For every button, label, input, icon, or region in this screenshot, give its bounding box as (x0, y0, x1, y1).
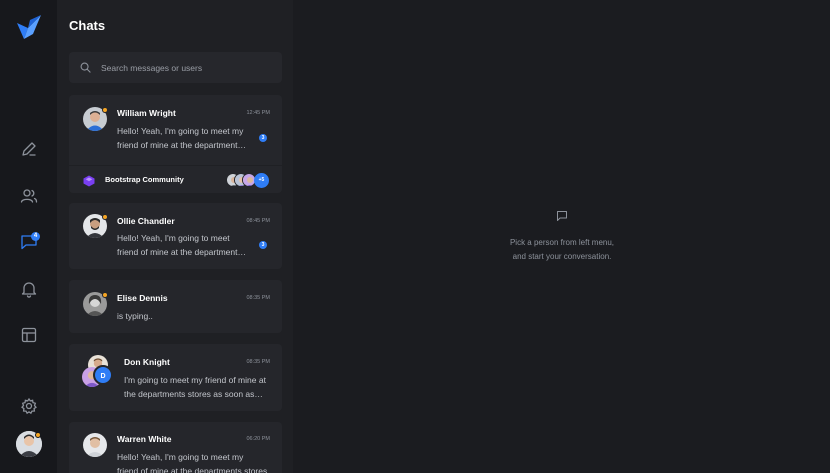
chat-message-line: I'm going to meet my friend of mine at (124, 375, 266, 385)
pencil-icon[interactable] (19, 139, 39, 159)
bird-logo-icon[interactable] (16, 14, 42, 40)
chat-name: Ollie Chandler (117, 216, 175, 226)
nav-rail: 4 (0, 0, 57, 473)
status-dot (102, 214, 108, 220)
empty-state: Pick a person from left menu, and start … (482, 236, 642, 264)
chat-unread-badge: 4 (31, 232, 40, 241)
chat-name: Elise Dennis (117, 293, 168, 303)
unread-badge: 3 (259, 241, 267, 249)
empty-state-line: and start your conversation. (512, 252, 612, 261)
search-input[interactable] (101, 52, 276, 83)
chat-time: 08:35 PM (246, 359, 270, 365)
chat-item-william-wright[interactable]: William Wright 12:45 PM Hello! Yeah, I'm… (69, 95, 282, 165)
more-members-badge: +5 (254, 173, 269, 188)
chat-time: 12:45 PM (246, 110, 270, 116)
gear-icon[interactable] (19, 396, 39, 416)
status-dot (102, 107, 108, 113)
chat-item-ollie-chandler[interactable]: Ollie Chandler 08:45 PM Hello! Yeah, I'm… (69, 203, 282, 269)
page-title: Chats (69, 18, 106, 33)
empty-state-line: Pick a person from left menu, (509, 238, 615, 247)
users-icon[interactable] (19, 186, 39, 206)
group-item-bootstrap-community[interactable]: Bootstrap Community +5 (69, 165, 282, 193)
chat-message-line: friend of mine at the departments stores… (117, 466, 268, 473)
chat-message-line: friend of mine at the department… (117, 247, 246, 257)
chat-message-line: Hello! Yeah, I'm going to meet (117, 233, 230, 243)
chat-time: 06:20 PM (246, 436, 270, 442)
chat-item-don-knight[interactable]: D Don Knight 08:35 PM I'm going to meet … (69, 344, 282, 411)
chats-panel: Chats William Wright 12:45 PM Hello! Yea… (57, 0, 293, 473)
avatar (83, 433, 107, 457)
unread-badge: 3 (259, 134, 267, 142)
status-dot (35, 432, 41, 438)
chat-item-warren-white[interactable]: Warren White 06:20 PM Hello! Yeah, I'm g… (69, 422, 282, 473)
bell-icon[interactable] (19, 279, 39, 299)
chat-time: 08:35 PM (246, 295, 270, 301)
group-name: Bootstrap Community (105, 175, 184, 184)
chat-item-elise-dennis[interactable]: Elise Dennis 08:35 PM is typing.. (69, 280, 282, 333)
chat-message-line: friend of mine at the department… (117, 140, 246, 150)
search-box (69, 52, 282, 83)
chat-message-line: Hello! Yeah, I'm going to meet my (117, 126, 244, 136)
search-icon (80, 62, 91, 73)
status-dot (102, 292, 108, 298)
bootstrap-logo-icon (83, 174, 95, 187)
chat-name: Don Knight (124, 357, 170, 367)
initial-avatar: D (93, 365, 113, 385)
chat-message-line: the departments stores as soon as… (124, 389, 263, 399)
typing-indicator: is typing.. (117, 311, 153, 321)
chat-name: William Wright (117, 108, 176, 118)
chat-time: 08:45 PM (246, 218, 270, 224)
chat-message-line: Hello! Yeah, I'm going to meet my (117, 452, 244, 462)
chat-name: Warren White (117, 434, 172, 444)
message-square-icon (556, 210, 568, 222)
layout-icon[interactable] (19, 325, 39, 345)
